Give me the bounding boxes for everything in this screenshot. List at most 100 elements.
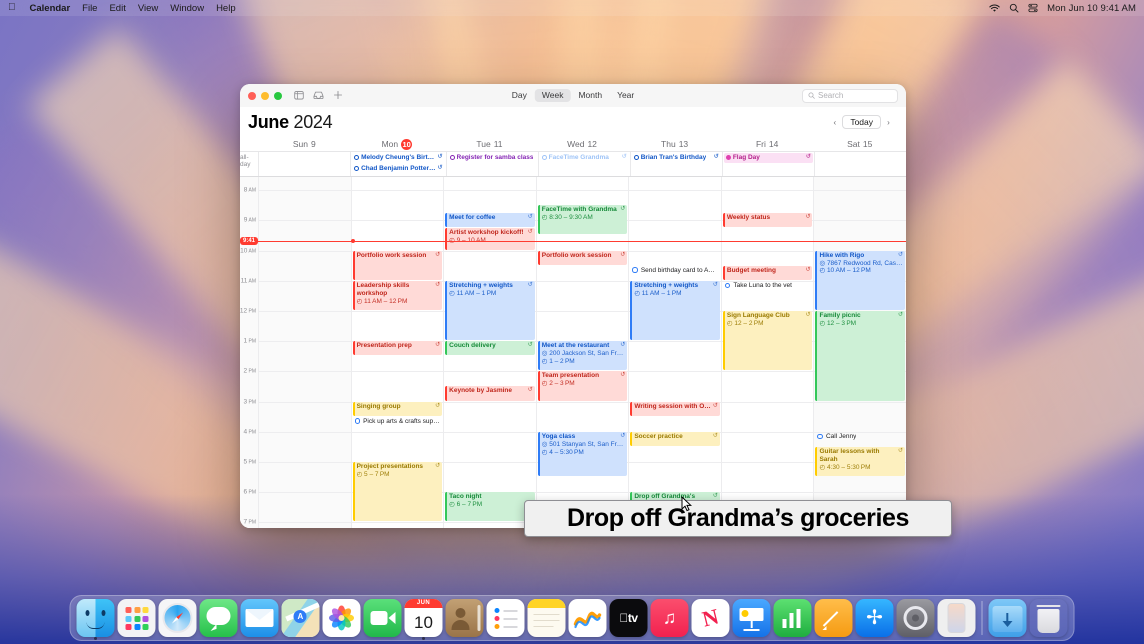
trash-icon[interactable]	[1030, 599, 1068, 637]
calendar-event[interactable]: Meet at the restaurant ◎ 200 Jackson St, …	[537, 341, 628, 371]
all-day-event[interactable]: Melody Cheung's Birt… ↺	[352, 153, 444, 163]
all-day-event[interactable]: Flag Day ↺	[723, 153, 813, 163]
music-icon[interactable]: ♫	[650, 599, 689, 637]
day-column-thu[interactable]: Stretching + weights ◴ 11 AM – 1 PM ↺ Writi…	[628, 176, 721, 528]
reminders-icon[interactable]	[486, 599, 525, 637]
iphone-mirroring-icon[interactable]	[937, 599, 976, 637]
calendar-event[interactable]: Guitar lessons with Sarah ◴ 4:30 – 5:30 P…	[815, 446, 906, 477]
calendar-event[interactable]: Leadership skills workshop ◴ 11 AM – 12 P…	[352, 280, 443, 310]
reminder-item[interactable]: Send birthday card to A…	[630, 266, 720, 275]
calendar-sidebar-icon[interactable]	[294, 87, 304, 105]
dock-item-contacts[interactable]	[445, 599, 484, 637]
dock-item-mail[interactable]	[240, 599, 279, 637]
calendar-event[interactable]: Portfolio work session ↺	[537, 250, 628, 265]
next-week-button[interactable]: ›	[881, 115, 896, 130]
day-header-sun[interactable]: Sun 9	[258, 137, 351, 151]
dock-item-news[interactable]: N	[691, 599, 730, 637]
day-header-thu[interactable]: Thu 13	[628, 137, 721, 151]
settings-icon[interactable]	[896, 599, 935, 637]
dock[interactable]: A JUN10 tv♫N ✢	[69, 595, 1075, 641]
search-field[interactable]: Search	[802, 88, 898, 103]
day-column-fri[interactable]: Weekly status ↺ Budget meeting ↺ Sign Langua…	[720, 176, 814, 528]
calendar-event[interactable]: Artist workshop kickoff! ◴ 9 – 10 AM ↺	[445, 227, 535, 250]
dock-item-launchpad[interactable]	[117, 599, 156, 637]
calendar-event[interactable]: Sign Language Club ◴ 12 – 2 PM ↺	[722, 310, 813, 371]
menu-item-window[interactable]: Window	[170, 3, 204, 14]
notes-icon[interactable]	[527, 599, 566, 637]
dock-item-maps[interactable]: A	[281, 599, 320, 637]
add-event-icon[interactable]	[333, 87, 343, 105]
dock-item-appstore[interactable]: ✢	[855, 599, 894, 637]
calendar-event[interactable]: Presentation prep ↺	[352, 341, 443, 356]
calendar-event[interactable]: Soccer practice ↺	[630, 431, 720, 446]
calendar-event[interactable]: Stretching + weights ◴ 11 AM – 1 PM ↺	[630, 280, 720, 341]
all-day-column-1[interactable]: Melody Cheung's Birt… ↺ Chad Benjamin Pott…	[350, 152, 445, 176]
keynote-icon[interactable]	[732, 599, 771, 637]
dock-item-calendar[interactable]: JUN 10	[404, 599, 443, 640]
dock-item-appletv[interactable]: tv	[609, 599, 648, 637]
day-column-sat[interactable]: Hike with Rigo ◎ 7867 Redwood Rd, Castr… ◴…	[813, 176, 906, 528]
previous-week-button[interactable]: ‹	[827, 115, 842, 130]
freeform-icon[interactable]	[568, 599, 607, 637]
day-column-tue[interactable]: Meet for coffee ↺ Artist workshop kickoff!…	[443, 176, 536, 528]
view-button-year[interactable]: Year	[610, 89, 641, 102]
view-button-week[interactable]: Week	[534, 89, 571, 102]
all-day-column-3[interactable]: FaceTime Grandma ↺	[537, 152, 630, 176]
calendar-event[interactable]: Budget meeting ↺	[722, 265, 813, 280]
wifi-icon[interactable]	[989, 4, 1000, 13]
inbox-icon[interactable]	[313, 87, 324, 105]
window-controls[interactable]	[248, 91, 282, 100]
downloads-icon[interactable]	[988, 599, 1027, 637]
news-icon[interactable]: N	[691, 599, 730, 637]
calendar-event[interactable]: Meet for coffee ↺	[445, 212, 535, 227]
reminder-checkbox-icon[interactable]	[724, 282, 731, 289]
maps-icon[interactable]: A	[281, 599, 320, 637]
dock-item-messages[interactable]	[199, 599, 238, 637]
menu-item-file[interactable]: File	[82, 3, 97, 14]
pages-icon[interactable]	[814, 599, 853, 637]
all-day-column-6[interactable]	[813, 152, 906, 176]
day-header-fri[interactable]: Fri 14	[721, 137, 814, 151]
dock-item-downloads[interactable]	[988, 599, 1027, 637]
calendar-event[interactable]: Family picnic ◴ 12 – 3 PM ↺	[815, 310, 906, 401]
reminder-item[interactable]: Pick up arts & crafts sup…	[353, 417, 443, 426]
all-day-column-4[interactable]: Brian Tran's Birthday ↺	[629, 152, 722, 176]
all-day-event[interactable]: Register for samba class	[448, 153, 537, 163]
dock-item-freeform[interactable]	[568, 599, 607, 637]
calendar-event[interactable]: Team presentation ◴ 2 – 3 PM ↺	[537, 371, 628, 401]
dock-item-keynote[interactable]	[732, 599, 771, 637]
facetime-icon[interactable]	[363, 599, 402, 637]
dock-item-pages[interactable]	[814, 599, 853, 637]
close-button[interactable]	[248, 91, 256, 100]
calendar-event[interactable]: Keynote by Jasmine ↺	[445, 386, 535, 401]
spotlight-search-icon[interactable]	[1009, 3, 1019, 13]
day-header-wed[interactable]: Wed 12	[536, 137, 629, 151]
reminder-checkbox-icon[interactable]	[817, 433, 823, 440]
view-button-month[interactable]: Month	[571, 89, 609, 102]
today-button[interactable]: Today	[842, 114, 881, 130]
reminder-item[interactable]: Call Jenny	[815, 432, 905, 441]
calendar-event[interactable]: Portfolio work session ↺	[352, 250, 443, 280]
dock-item-photos[interactable]	[322, 599, 361, 637]
dock-item-numbers[interactable]	[773, 599, 812, 637]
dock-item-settings[interactable]	[896, 599, 935, 637]
appstore-icon[interactable]: ✢	[855, 599, 894, 637]
photos-icon[interactable]	[322, 599, 361, 637]
menu-item-edit[interactable]: Edit	[109, 3, 125, 14]
all-day-column-5[interactable]: Flag Day ↺	[721, 152, 814, 176]
dock-item-iphone-mirroring[interactable]	[937, 599, 976, 637]
dock-item-finder[interactable]	[76, 599, 115, 640]
finder-icon[interactable]	[76, 599, 115, 637]
all-day-column-2[interactable]: Register for samba class	[445, 152, 538, 176]
contacts-icon[interactable]	[445, 599, 484, 637]
calendar-icon[interactable]: JUN 10	[404, 599, 443, 637]
maximize-button[interactable]	[274, 91, 282, 100]
dock-item-facetime[interactable]	[363, 599, 402, 637]
calendar-event[interactable]: Singing group ↺	[352, 401, 443, 416]
calendar-event[interactable]: Yoga class ◎ 501 Stanyan St, San Fran… ◴ 4…	[537, 431, 628, 477]
calendar-event[interactable]: Stretching + weights ◴ 11 AM – 1 PM ↺	[445, 280, 535, 341]
calendar-event[interactable]: Writing session with Or… ↺	[630, 401, 720, 416]
calendar-event[interactable]: Taco night ◴ 6 – 7 PM	[445, 492, 535, 522]
day-header-tue[interactable]: Tue 11	[443, 137, 536, 151]
view-button-day[interactable]: Day	[505, 89, 534, 102]
